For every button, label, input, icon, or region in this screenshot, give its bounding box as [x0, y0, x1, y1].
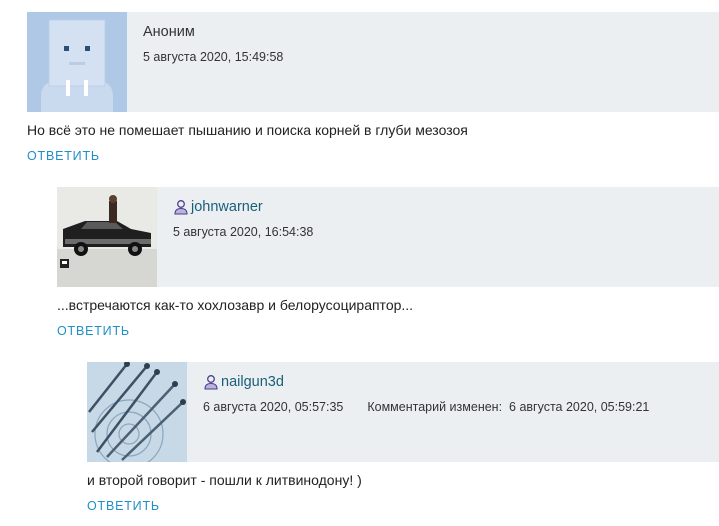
- user-icon: [174, 200, 188, 215]
- comment-header: johnwarner 5 августа 2020, 16:54:38: [57, 187, 719, 287]
- comment-header: nailgun3d 6 августа 2020, 05:57:35 Коммен…: [87, 362, 719, 462]
- comment-text: ...встречаются как-то хохлозавр и белору…: [57, 297, 414, 313]
- comment: nailgun3d 6 августа 2020, 05:57:35 Коммен…: [87, 362, 719, 526]
- author-name: Аноним: [143, 24, 195, 40]
- comment-meta: nailgun3d 6 августа 2020, 05:57:35 Коммен…: [203, 372, 649, 414]
- edited-label: Комментарий изменен:: [367, 400, 503, 414]
- comment: Аноним 5 августа 2020, 15:49:58 Но всё э…: [27, 12, 719, 172]
- avatar[interactable]: [27, 12, 127, 112]
- avatar[interactable]: [57, 187, 157, 287]
- author-name: nailgun3d: [221, 374, 284, 390]
- comment: johnwarner 5 августа 2020, 16:54:38 ...в…: [57, 187, 719, 347]
- comment-meta: Аноним 5 августа 2020, 15:49:58: [143, 22, 283, 64]
- reply-button[interactable]: ОТВЕТИТЬ: [57, 324, 130, 338]
- comment-date-row: 6 августа 2020, 05:57:35 Комментарий изме…: [203, 400, 649, 414]
- anonymous-avatar-icon: [27, 12, 127, 112]
- user-icon: [204, 375, 218, 390]
- author-link[interactable]: nailgun3d: [203, 372, 649, 392]
- nails-avatar-icon: [87, 362, 187, 462]
- avatar[interactable]: [87, 362, 187, 462]
- comment-date: 6 августа 2020, 05:57:35: [203, 400, 344, 414]
- reply-button[interactable]: ОТВЕТИТЬ: [27, 149, 100, 163]
- author-link[interactable]: johnwarner: [173, 197, 313, 217]
- comment-text: Но всё это не помешает пышанию и поиска …: [27, 122, 468, 138]
- comment-text: и второй говорит - пошли к литвинодону! …: [87, 472, 362, 488]
- comment-date: 5 августа 2020, 15:49:58: [143, 50, 284, 64]
- author-name: johnwarner: [191, 199, 263, 215]
- comment-date: 5 августа 2020, 16:54:38: [173, 225, 314, 239]
- comment-meta: johnwarner 5 августа 2020, 16:54:38: [173, 197, 313, 239]
- reply-button[interactable]: ОТВЕТИТЬ: [87, 499, 160, 513]
- car-avatar-icon: [57, 187, 157, 287]
- edited-date: 6 августа 2020, 05:59:21: [509, 400, 650, 414]
- comment-header: Аноним 5 августа 2020, 15:49:58: [27, 12, 719, 112]
